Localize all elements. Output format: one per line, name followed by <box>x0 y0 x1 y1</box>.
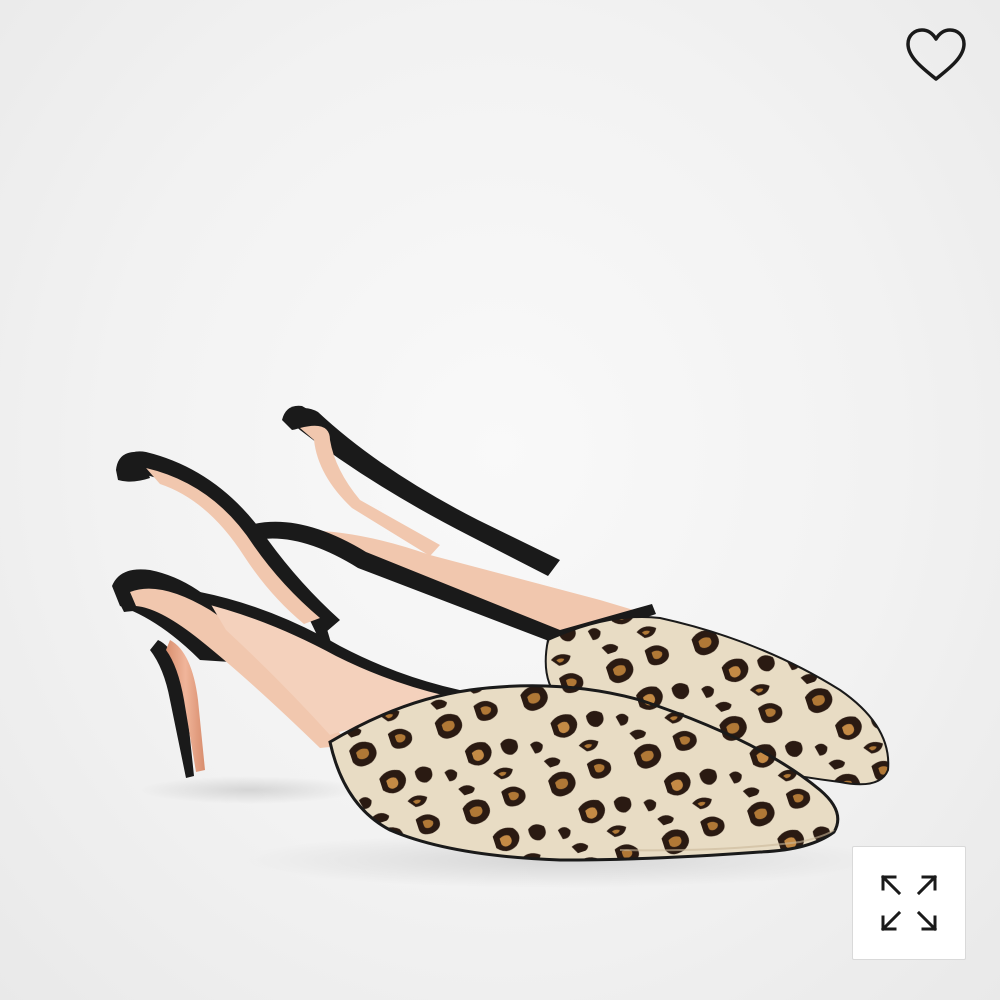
expand-image-button[interactable] <box>852 846 966 960</box>
wishlist-button[interactable] <box>900 22 972 88</box>
product-image-viewer <box>0 0 1000 1000</box>
product-image <box>112 405 890 888</box>
heart-outline-icon <box>906 28 966 81</box>
expand-arrows-icon <box>880 874 938 932</box>
